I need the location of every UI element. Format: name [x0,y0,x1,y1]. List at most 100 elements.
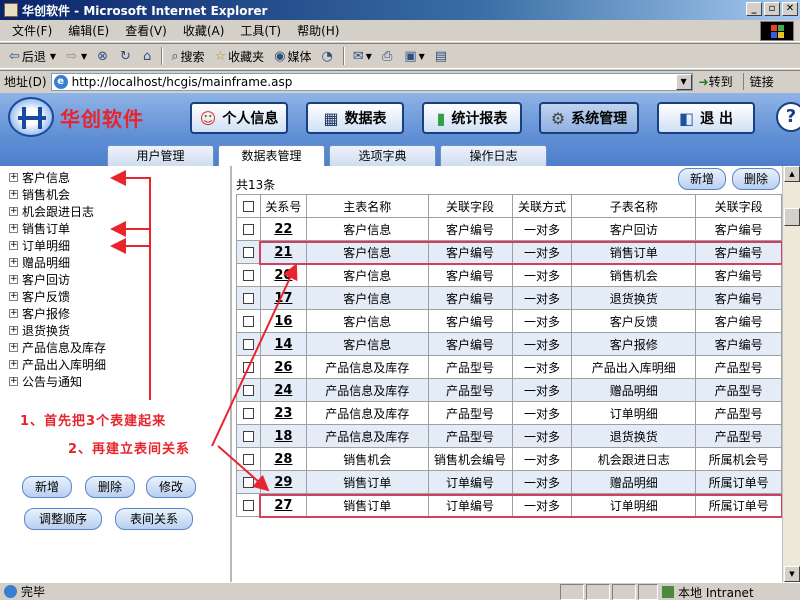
column-header[interactable]: 关联方式 [511,194,573,218]
expand-icon[interactable]: + [9,258,18,267]
tree-item[interactable]: + 产品信息及库存 [9,339,106,356]
edit-table-button[interactable]: 修改 [146,476,196,498]
expand-icon[interactable]: + [9,326,18,335]
relation-id-link[interactable]: 26 [259,355,307,379]
scroll-up-icon[interactable]: ▲ [784,166,800,182]
search-button[interactable]: ⌕ 搜索 [166,45,209,67]
discuss-button[interactable]: ▤ [430,45,454,67]
tree-item[interactable]: + 产品出入库明细 [9,356,106,373]
row-checkbox[interactable] [242,385,254,396]
row-checkbox[interactable] [242,339,254,350]
tree-item[interactable]: + 退货换货 [9,322,70,339]
history-button[interactable]: ◔ [317,45,340,67]
edit-button[interactable]: ▣ ▼ [399,45,429,67]
menu-favorites[interactable]: 收藏(A) [175,22,233,39]
go-button[interactable]: ➜转到 [699,73,733,90]
vertical-scrollbar[interactable]: ▲ ▼ [782,166,800,582]
back-button[interactable]: ⇦ 后退 ▼ [4,45,61,67]
expand-icon[interactable]: + [9,343,18,352]
select-all-checkbox[interactable] [242,201,254,212]
maximize-button[interactable]: ▫ [764,2,780,16]
address-dropdown-icon[interactable]: ▼ [675,73,692,90]
relation-id-link[interactable]: 27 [259,493,307,517]
favorites-button[interactable]: ☆ 收藏夹 [210,45,270,67]
expand-icon[interactable]: + [9,241,18,250]
tab-table-management[interactable]: 数据表管理 [218,145,325,167]
tab-user-management[interactable]: 用户管理 [107,145,214,166]
row-checkbox[interactable] [242,477,254,488]
relation-id-link[interactable]: 22 [259,217,307,241]
tree-item[interactable]: + 销售机会 [9,186,70,203]
expand-icon[interactable]: + [9,207,18,216]
menu-file[interactable]: 文件(F) [4,22,60,39]
row-checkbox[interactable] [242,454,254,465]
mail-button[interactable]: ✉ ▼ [348,45,377,67]
expand-icon[interactable]: + [9,292,18,301]
home-button[interactable]: ⌂ [138,45,158,67]
menu-view[interactable]: 查看(V) [117,22,175,39]
tab-option-dictionary[interactable]: 选项字典 [329,145,436,166]
relation-id-link[interactable]: 23 [259,401,307,425]
tree-item[interactable]: + 机会跟进日志 [9,203,94,220]
relation-id-link[interactable]: 16 [259,309,307,333]
close-button[interactable]: ✕ [782,2,798,16]
tree-item[interactable]: + 订单明细 [9,237,70,254]
print-button[interactable]: ⎙ [377,45,399,67]
scroll-down-icon[interactable]: ▼ [784,566,800,582]
nav-data-tables[interactable]: ▦ 数据表 [306,102,404,134]
address-input[interactable]: e http://localhost/hcgis/mainframe.asp ▼ [50,72,693,91]
scroll-thumb[interactable] [784,208,800,226]
relation-id-link[interactable]: 28 [259,447,307,471]
expand-icon[interactable]: + [9,173,18,182]
media-button[interactable]: ◉ 媒体 [269,45,316,67]
relation-id-link[interactable]: 14 [259,332,307,356]
stop-button[interactable]: ⊗ [92,45,115,67]
relation-id-link[interactable]: 18 [259,424,307,448]
expand-icon[interactable]: + [9,275,18,284]
row-checkbox[interactable] [242,408,254,419]
nav-logout[interactable]: ◧ 退 出 [657,102,755,134]
row-checkbox[interactable] [242,500,254,511]
forward-button[interactable]: ⇨ ▼ [61,45,92,67]
tree-item[interactable]: + 客户报修 [9,305,70,322]
add-table-button[interactable]: 新增 [22,476,72,498]
delete-relation-button[interactable]: 删除 [732,168,780,190]
table-relations-button[interactable]: 表间关系 [115,508,193,530]
row-checkbox[interactable] [242,270,254,281]
tree-item[interactable]: + 客户反馈 [9,288,70,305]
relation-id-link[interactable]: 17 [259,286,307,310]
row-checkbox[interactable] [242,293,254,304]
tab-operation-log[interactable]: 操作日志 [440,145,547,166]
relation-id-link[interactable]: 29 [259,470,307,494]
column-header[interactable]: 子表名称 [571,194,697,218]
expand-icon[interactable]: + [9,309,18,318]
tree-item[interactable]: + 赠品明细 [9,254,70,271]
expand-icon[interactable]: + [9,360,18,369]
expand-icon[interactable]: + [9,377,18,386]
row-checkbox[interactable] [242,247,254,258]
relation-id-link[interactable]: 20 [259,263,307,287]
reorder-button[interactable]: 调整顺序 [24,508,102,530]
row-checkbox[interactable] [242,224,254,235]
tree-item[interactable]: + 客户信息 [9,169,70,186]
expand-icon[interactable]: + [9,190,18,199]
row-checkbox[interactable] [242,316,254,327]
relation-id-link[interactable]: 21 [259,240,307,264]
links-button[interactable]: 链接 [742,73,774,90]
tree-item[interactable]: + 销售订单 [9,220,70,237]
column-header[interactable]: 关联字段 [427,194,513,218]
tree-item[interactable]: + 公告与通知 [9,373,82,390]
add-relation-button[interactable]: 新增 [678,168,726,190]
relation-id-link[interactable]: 24 [259,378,307,402]
tree-item[interactable]: + 客户回访 [9,271,70,288]
minimize-button[interactable]: _ [746,2,762,16]
row-checkbox[interactable] [242,431,254,442]
menu-edit[interactable]: 编辑(E) [60,22,117,39]
menu-tools[interactable]: 工具(T) [232,22,289,39]
row-checkbox[interactable] [242,362,254,373]
nav-personal-info[interactable]: ☺ 个人信息 [190,102,288,134]
refresh-button[interactable]: ↻ [115,45,138,67]
help-icon[interactable]: ? [776,102,800,132]
menu-help[interactable]: 帮助(H) [289,22,347,39]
column-header[interactable]: 关联字段 [695,194,782,218]
